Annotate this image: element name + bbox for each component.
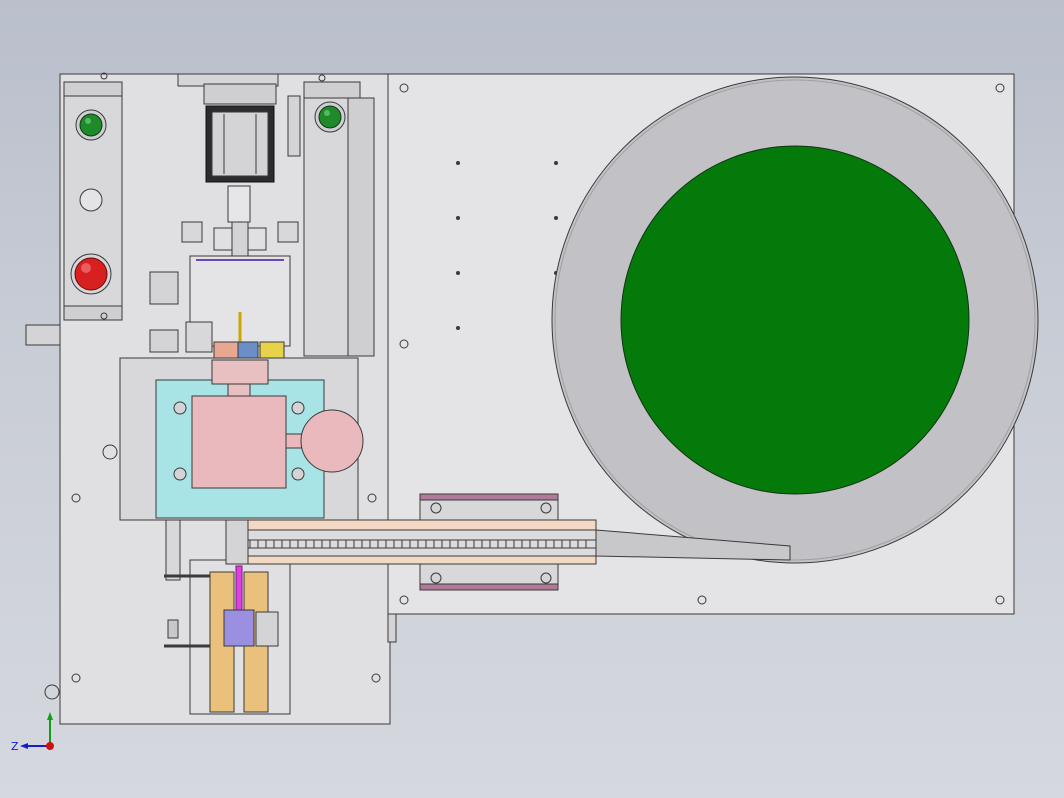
emergency-stop-button-icon[interactable] — [70, 253, 112, 295]
bowl-feed-disc — [620, 145, 970, 495]
coordinate-triad: Z — [11, 712, 54, 753]
cad-viewport[interactable]: Z — [0, 0, 1064, 798]
carriage-assembly — [119, 357, 377, 521]
start-button-right-icon[interactable] — [314, 101, 346, 133]
triad-z-label: Z — [11, 740, 19, 753]
start-button-icon[interactable] — [75, 109, 107, 141]
indicator-hole-icon — [79, 188, 103, 212]
